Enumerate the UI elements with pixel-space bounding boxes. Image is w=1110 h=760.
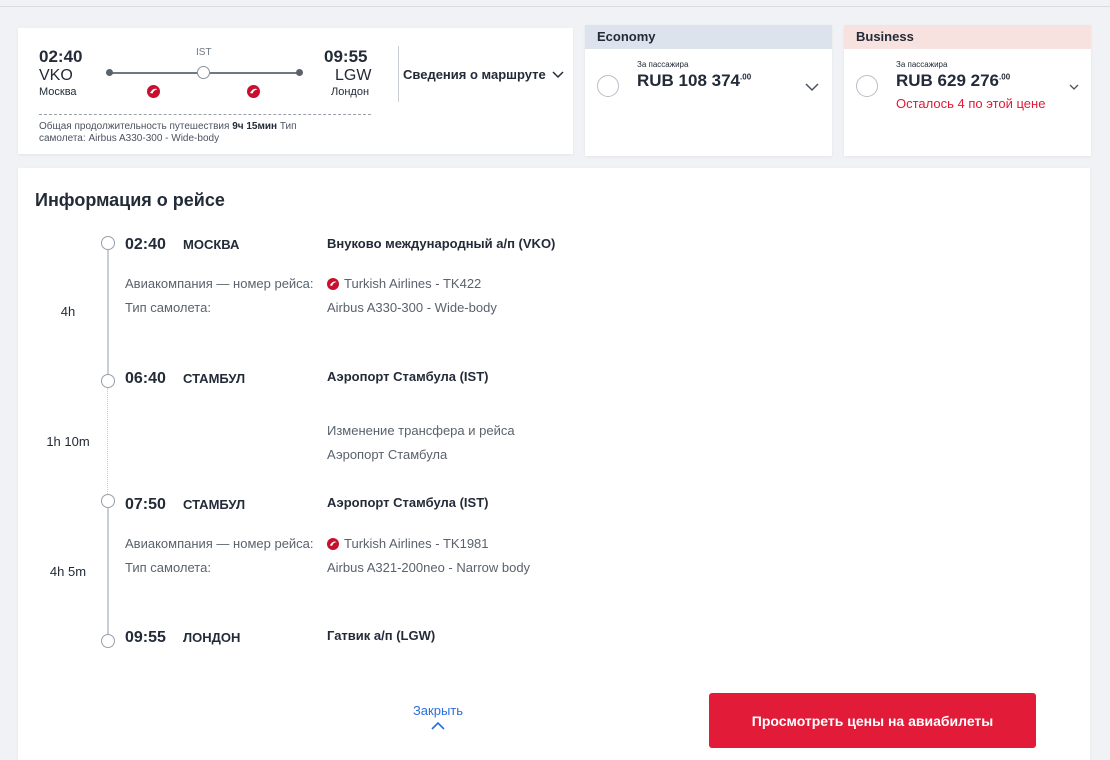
route-stop-ring: [197, 66, 210, 79]
timeline-stop-circle: [101, 374, 115, 388]
stop-row: 07:50 Стамбул: [125, 496, 245, 514]
aircraft-value: Airbus A330-300 - Wide-body: [88, 133, 220, 144]
departure-city: Москва: [39, 86, 77, 98]
arrival-code: LGW: [335, 67, 372, 84]
departure-time: 02:40: [39, 47, 83, 66]
aircraft-label: Тип самолета:: [125, 300, 211, 315]
stop-airport: Аэропорт Стамбула (IST): [327, 369, 489, 384]
route-start-dot: [106, 69, 113, 76]
route-duration-info: Общая продолжительность путешествия 9ч 1…: [39, 121, 339, 145]
duration-value: 9ч 15мин: [232, 121, 278, 132]
transfer-title: Изменение трансфера и рейса: [327, 423, 515, 438]
route-summary-card: 02:40 VKO Москва IST 09:55 LGW Лондон Об…: [18, 28, 573, 154]
stop-row: 06:40 Стамбул: [125, 370, 245, 388]
economy-price-cents: .00: [740, 72, 752, 82]
business-price: RUB 629 276.00: [896, 71, 1010, 91]
timeline-stop-circle: [101, 494, 115, 508]
segment-2-duration: 4h 5m: [49, 564, 87, 579]
business-seats-remaining: Осталось 4 по этой цене: [896, 96, 1046, 111]
business-per-pax: За пассажира: [896, 60, 948, 69]
business-price-amount: RUB 629 276: [896, 71, 1000, 90]
departure-code: VKO: [39, 67, 73, 84]
airline-label: Авиакомпания — номер рейса:: [125, 536, 314, 551]
arrival-time: 09:55: [324, 47, 368, 66]
timeline-stop-circle: [101, 236, 115, 250]
segment-2-aircraft: Airbus A321-200neo - Narrow body: [327, 560, 531, 575]
close-label: Закрыть: [412, 703, 464, 718]
route-stop-label: IST: [196, 47, 212, 58]
close-button[interactable]: Закрыть: [398, 703, 478, 730]
stop-airport: Гатвик а/п (LGW): [327, 628, 436, 643]
business-header: Business: [844, 25, 1091, 49]
timeline-segment-2: [107, 508, 109, 636]
arrival-city: Лондон: [331, 86, 370, 98]
stop-city: Лондон: [183, 630, 241, 645]
stop-time: 02:40: [125, 236, 166, 253]
economy-radio[interactable]: [597, 75, 619, 97]
segment-1-airline-text: Turkish Airlines - TK422: [344, 276, 482, 291]
turkish-airlines-logo-icon: [327, 537, 339, 550]
turkish-airlines-logo-icon: [247, 85, 260, 98]
timeline-stop-circle: [101, 634, 115, 648]
stop-row: 09:55 Лондон: [125, 629, 240, 647]
chevron-down-icon: [552, 70, 564, 78]
turkish-airlines-logo-icon: [327, 277, 339, 290]
timeline-segment-1: [107, 250, 109, 378]
stop-city: Стамбул: [183, 371, 246, 386]
chevron-down-icon[interactable]: [1069, 84, 1079, 91]
economy-header: Economy: [585, 25, 832, 49]
chevron-down-icon[interactable]: [805, 83, 819, 92]
flight-info-card: Информация о рейсе 4h 1h 10m 4h 5m 02:40…: [18, 168, 1090, 760]
stop-airport: Аэропорт Стамбула (IST): [327, 495, 489, 510]
segment-1-duration: 4h: [60, 304, 76, 319]
business-radio[interactable]: [856, 75, 878, 97]
timeline-transfer: [107, 388, 108, 496]
economy-per-pax: За пассажира: [637, 60, 689, 69]
economy-price-amount: RUB 108 374: [637, 71, 741, 90]
chevron-up-icon: [431, 721, 445, 730]
segment-2-airline-text: Turkish Airlines - TK1981: [344, 536, 489, 551]
stop-time: 07:50: [125, 496, 166, 513]
stop-city: Стамбул: [183, 497, 246, 512]
stop-city: Москва: [183, 237, 240, 252]
business-price-cents: .00: [999, 72, 1011, 82]
segment-2-airline: Turkish Airlines - TK1981: [327, 536, 489, 551]
stop-time: 09:55: [125, 629, 166, 646]
route-end-dot: [296, 69, 303, 76]
transfer-duration: 1h 10m: [46, 434, 90, 449]
stop-row: 02:40 Москва: [125, 236, 239, 254]
economy-fare-card[interactable]: Economy За пассажира RUB 108 374.00: [585, 25, 832, 156]
airline-label: Авиакомпания — номер рейса:: [125, 276, 314, 291]
economy-price: RUB 108 374.00: [637, 71, 751, 91]
stop-airport: Внуково международный а/п (VKO): [327, 236, 556, 251]
turkish-airlines-logo-icon: [147, 85, 160, 98]
transfer-airport: Аэропорт Стамбула: [327, 447, 448, 462]
flight-info-title: Информация о рейсе: [35, 190, 225, 210]
segment-1-aircraft: Airbus A330-300 - Wide-body: [327, 300, 497, 315]
top-divider: [0, 6, 1110, 7]
route-dashed-divider: [39, 114, 371, 115]
duration-label: Общая продолжительность путешествия: [39, 121, 230, 132]
stop-time: 06:40: [125, 370, 166, 387]
route-details-toggle[interactable]: Сведения о маршруте: [403, 67, 564, 82]
route-details-label: Сведения о маршруте: [403, 67, 546, 82]
segment-1-airline: Turkish Airlines - TK422: [327, 276, 481, 291]
business-fare-card[interactable]: Business За пассажира RUB 629 276.00 Ост…: [844, 25, 1091, 156]
view-prices-button[interactable]: Просмотреть цены на авиабилеты: [709, 693, 1036, 748]
aircraft-label: Тип самолета:: [125, 560, 211, 575]
route-vertical-divider: [398, 46, 399, 102]
